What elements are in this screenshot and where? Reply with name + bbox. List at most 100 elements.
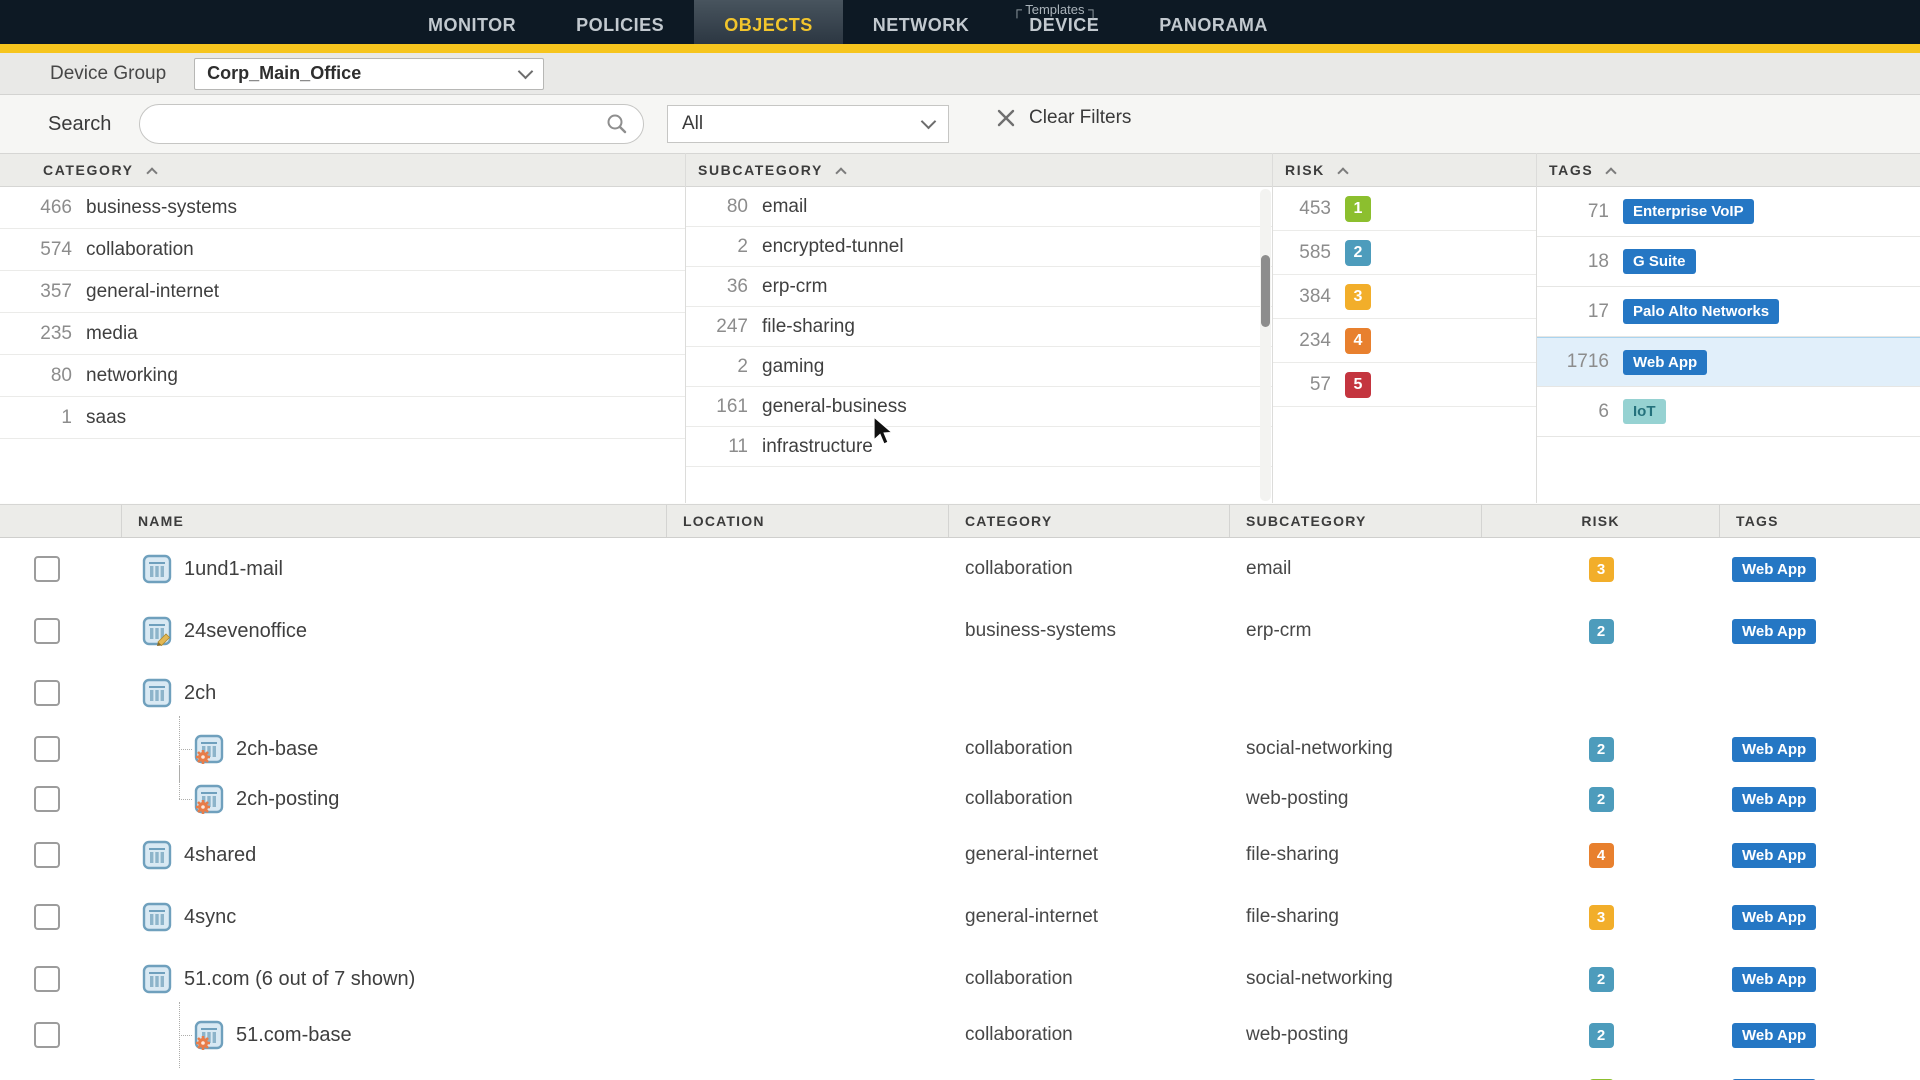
row-checkbox[interactable] [34, 904, 60, 930]
category-filter-item[interactable]: 466business-systems [0, 187, 685, 229]
row-checkbox[interactable] [34, 618, 60, 644]
column-header-category[interactable]: CATEGORY [949, 505, 1230, 537]
subcategory-filter-item[interactable]: 36erp-crm [686, 267, 1272, 307]
scrollbar-track[interactable] [1260, 189, 1271, 501]
risk-filter-header[interactable]: RISK [1273, 153, 1536, 187]
risk-filter-item[interactable]: 2344 [1273, 319, 1536, 363]
category-filter-item[interactable]: 80networking [0, 355, 685, 397]
tags-filter-header[interactable]: TAGS [1537, 153, 1920, 187]
table-row[interactable]: 51.com-basecollaborationweb-posting2Web … [0, 1010, 1920, 1060]
tag-badge: Web App [1623, 350, 1707, 375]
application-name[interactable]: 4sync [184, 906, 236, 929]
risk-filter-item[interactable]: 3843 [1273, 275, 1536, 319]
tab-policies[interactable]: POLICIES [546, 0, 694, 44]
tree-connector [169, 774, 193, 824]
bracket-left: ┌ [1012, 1, 1022, 17]
subcategory-cell: web-posting [1230, 1010, 1482, 1060]
tag-filter-item[interactable]: 6IoT [1537, 387, 1920, 437]
row-checkbox[interactable] [34, 556, 60, 582]
table-row[interactable]: 2ch [0, 662, 1920, 724]
table-row[interactable]: 4sharedgeneral-internetfile-sharing4Web … [0, 824, 1920, 886]
table-row[interactable]: 2ch-postingcollaborationweb-posting2Web … [0, 774, 1920, 824]
application-name[interactable]: 51.com-base [236, 1024, 352, 1047]
accent-bar [0, 44, 1920, 53]
tag-filter-item[interactable]: 1716 Web App [1537, 337, 1920, 387]
device-group-value: Corp_Main_Office [207, 63, 361, 84]
subcategory-cell: web-posting [1230, 774, 1482, 824]
tag-filter-item[interactable]: 71Enterprise VoIP [1537, 187, 1920, 237]
filter-item-count: 234 [1273, 330, 1331, 352]
category-filter-header[interactable]: CATEGORY [0, 153, 685, 187]
risk-2-badge: 2 [1589, 737, 1614, 762]
filter-item-label: infrastructure [762, 436, 873, 458]
row-checkbox[interactable] [34, 842, 60, 868]
table-row[interactable]: 1und1-mailcollaborationemail3Web App [0, 538, 1920, 600]
filter-scope-select[interactable]: All [667, 105, 949, 143]
risk-filter-item[interactable]: 575 [1273, 363, 1536, 407]
application-name[interactable]: 2ch-base [236, 738, 318, 761]
subcategory-filter-item[interactable]: 2gaming [686, 347, 1272, 387]
row-checkbox[interactable] [34, 1022, 60, 1048]
search-input[interactable] [139, 104, 644, 144]
tag-filter-item[interactable]: 17Palo Alto Networks [1537, 287, 1920, 337]
subcategory-filter-item[interactable]: 247file-sharing [686, 307, 1272, 347]
row-checkbox[interactable] [34, 786, 60, 812]
category-filter-item[interactable]: 574collaboration [0, 229, 685, 271]
table-row[interactable]: 2ch-basecollaborationsocial-networking2W… [0, 724, 1920, 774]
sort-asc-icon [1337, 167, 1348, 178]
column-header-location[interactable]: LOCATION [667, 505, 949, 537]
close-icon [995, 107, 1017, 129]
risk-filter-item[interactable]: 4531 [1273, 187, 1536, 231]
top-nav-bar: MONITORPOLICIESOBJECTSNETWORKDEVICEPANOR… [0, 0, 1920, 44]
filter-item-count: 1716 [1537, 351, 1609, 373]
risk-cell: 2 [1482, 600, 1720, 662]
tag-badge: G Suite [1623, 249, 1696, 274]
category-filter-item[interactable]: 1saas [0, 397, 685, 439]
subcategory-filter-item[interactable]: 2encrypted-tunnel [686, 227, 1272, 267]
table-row[interactable]: 4syncgeneral-internetfile-sharing3Web Ap… [0, 886, 1920, 948]
device-group-select[interactable]: Corp_Main_Office [194, 58, 544, 90]
table-row[interactable]: 51.com (6 out of 7 shown)collaborationso… [0, 948, 1920, 1010]
row-checkbox[interactable] [34, 680, 60, 706]
tag-filter-item[interactable]: 18G Suite [1537, 237, 1920, 287]
table-row[interactable]: 24sevenofficebusiness-systemserp-crm2Web… [0, 600, 1920, 662]
tag-badge: Web App [1732, 737, 1816, 762]
risk-cell: 1 [1482, 1060, 1720, 1080]
subcategory-filter-item[interactable]: 80email [686, 187, 1272, 227]
filter-item-label: media [86, 323, 138, 345]
application-name[interactable]: 2ch [184, 682, 216, 705]
scrollbar-thumb[interactable] [1261, 255, 1270, 327]
tag-badge: Enterprise VoIP [1623, 199, 1754, 224]
application-name[interactable]: 2ch-posting [236, 788, 339, 811]
tags-cell: Web App [1720, 538, 1920, 600]
application-name[interactable]: 1und1-mail [184, 558, 283, 581]
app-function-icon [193, 1020, 224, 1051]
subcategory-filter-item[interactable]: 161general-business [686, 387, 1272, 427]
risk-filter-item[interactable]: 5852 [1273, 231, 1536, 275]
name-cell: 2ch-posting [122, 774, 667, 824]
column-header-subcategory[interactable]: SUBCATEGORY [1230, 505, 1482, 537]
tab-objects[interactable]: OBJECTS [694, 0, 843, 44]
column-header-name[interactable]: NAME [122, 505, 667, 537]
application-name[interactable]: 24sevenoffice [184, 620, 307, 643]
category-filter-item[interactable]: 235media [0, 313, 685, 355]
tag-badge: IoT [1623, 399, 1666, 424]
category-filter-item[interactable]: 357general-internet [0, 271, 685, 313]
tree-connector [169, 1010, 193, 1060]
location-cell [667, 724, 949, 774]
filter-item-label: encrypted-tunnel [762, 236, 904, 258]
subcategory-filter-header[interactable]: SUBCATEGORY [686, 153, 1272, 187]
application-name[interactable]: 51.com (6 out of 7 shown) [184, 968, 415, 991]
panorama-objects-screen: MONITORPOLICIESOBJECTSNETWORKDEVICEPANOR… [0, 0, 1920, 1080]
header-select-column [0, 505, 122, 537]
row-checkbox[interactable] [34, 966, 60, 992]
tags-cell: Web App [1720, 724, 1920, 774]
row-checkbox[interactable] [34, 736, 60, 762]
subcategory-filter-item[interactable]: 11infrastructure [686, 427, 1272, 467]
column-header-tags[interactable]: TAGS [1720, 505, 1920, 537]
clear-filters-button[interactable]: Clear Filters [995, 107, 1131, 129]
table-row[interactable]: 1Web App [0, 1060, 1920, 1080]
column-header-risk[interactable]: RISK [1482, 505, 1720, 537]
application-name[interactable]: 4shared [184, 844, 256, 867]
tab-monitor[interactable]: MONITOR [398, 0, 546, 44]
